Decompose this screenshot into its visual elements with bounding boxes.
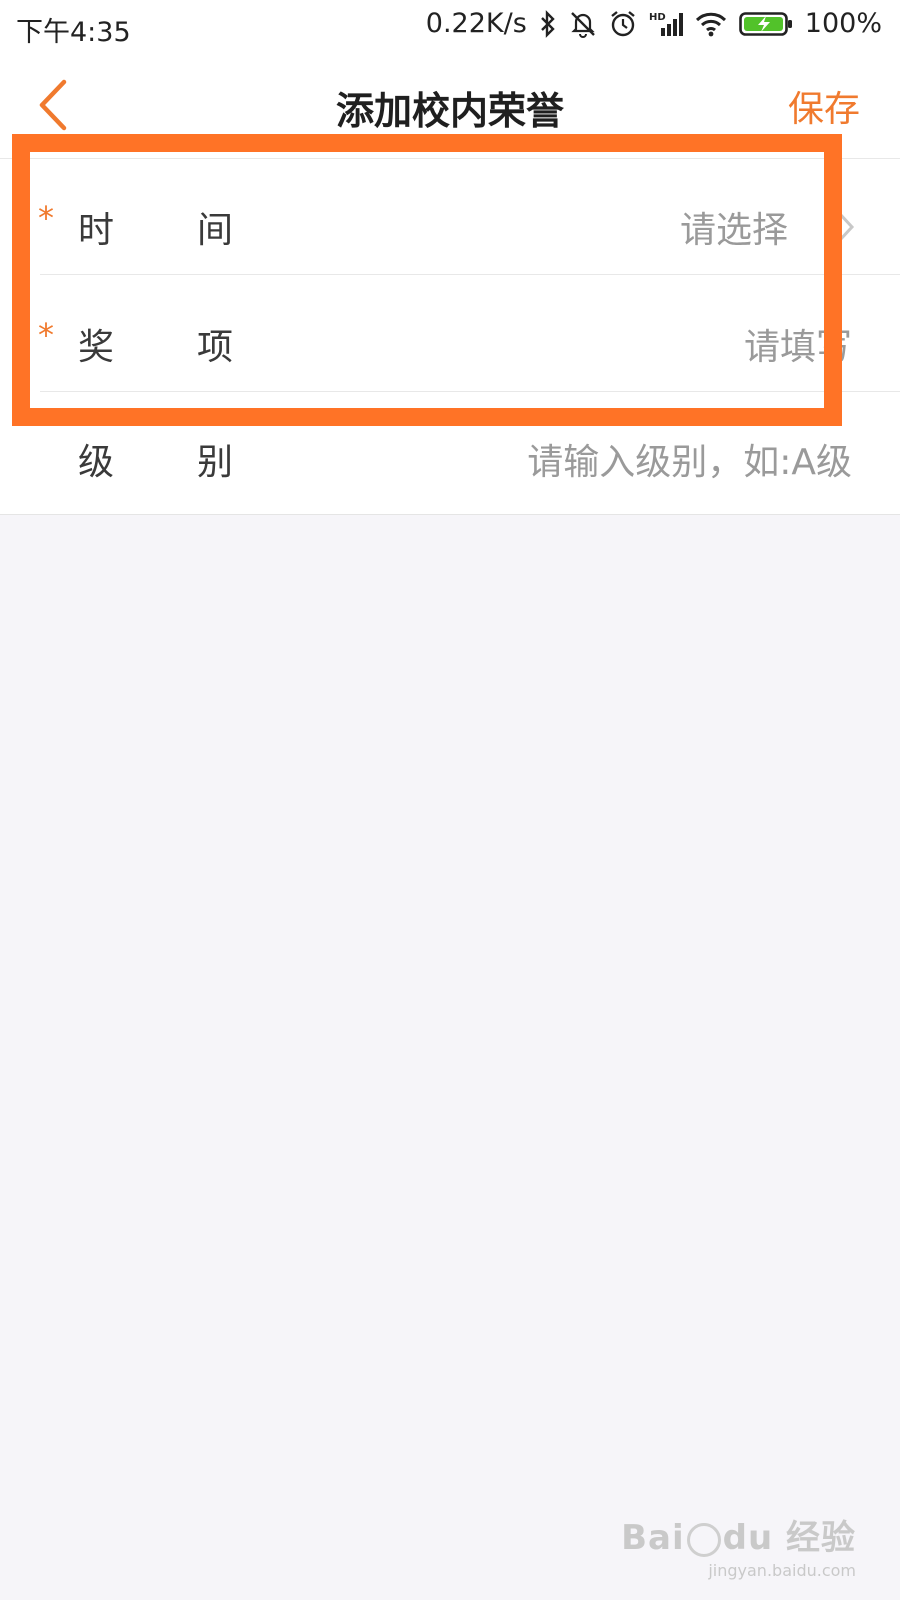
row-divider [40, 274, 900, 275]
mute-bell-icon [569, 10, 597, 38]
level-input-placeholder[interactable]: 请输入级别，如:A级 [527, 433, 852, 485]
battery-percent: 100% [804, 8, 882, 39]
chevron-right-icon [838, 212, 855, 242]
net-speed: 0.22K/s [425, 8, 527, 39]
form-row-level[interactable]: 级别 请输入级别，如:A级 [0, 391, 900, 507]
time-label: 时间 [78, 210, 317, 251]
form-row-award[interactable]: * 奖项 请填写 [0, 276, 900, 392]
time-select-placeholder[interactable]: 请选择 [680, 201, 788, 253]
level-label: 级别 [78, 442, 317, 483]
award-input-placeholder[interactable]: 请填写 [744, 318, 852, 370]
svg-text:HD: HD [649, 12, 666, 23]
bluetooth-icon [539, 9, 557, 38]
watermark-logo: Bai du 经验 [621, 1518, 856, 1558]
wifi-icon [695, 11, 727, 37]
save-button[interactable]: 保存 [788, 80, 860, 132]
paw-icon [686, 1522, 721, 1557]
alarm-icon [609, 10, 637, 38]
status-bar: 下午4:35 0.22K/s HD 100% [0, 0, 900, 52]
form-row-time[interactable]: * 时间 请选择 [0, 159, 900, 275]
nav-bar: 添加校内荣誉 保存 [0, 52, 900, 158]
watermark-url: jingyan.baidu.com [708, 1561, 856, 1580]
required-mark: * [38, 199, 54, 237]
baidu-jingyan-watermark: Bai du 经验 jingyan.baidu.com [621, 1510, 856, 1580]
honor-form: * 时间 请选择 * 奖项 请填写 级别 请输入级别，如:A级 [0, 158, 900, 515]
status-time: 下午4:35 [16, 17, 131, 48]
award-label: 奖项 [78, 327, 317, 368]
battery-charging-icon [738, 11, 793, 37]
page-title: 添加校内荣誉 [335, 89, 564, 133]
status-right-group: 0.22K/s HD 100% [426, 8, 882, 39]
required-mark: * [38, 316, 54, 354]
hd-signal-icon: HD [649, 10, 683, 38]
